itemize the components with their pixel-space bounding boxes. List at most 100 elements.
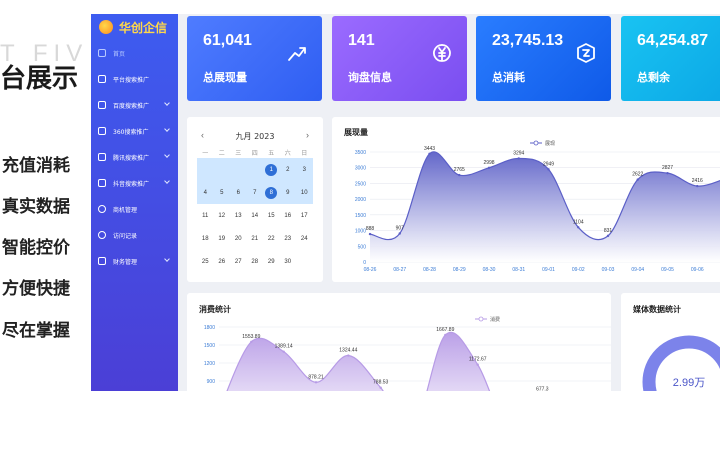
brand-logo[interactable]: 华创企信 <box>99 18 167 36</box>
sidebar-item-7[interactable]: 访问记录 <box>91 222 178 248</box>
calendar-day[interactable]: 24 <box>296 236 313 242</box>
sidebar-item-label: 首页 <box>113 50 126 58</box>
calendar-day-label: 8 <box>265 186 278 199</box>
data-label: 2998 <box>483 160 494 166</box>
data-point[interactable] <box>666 171 669 175</box>
media-stats-card: 媒体数据统计 2.99万 <box>621 293 720 391</box>
promo-feature: 智能控价 <box>2 238 70 258</box>
sidebar-item-2[interactable]: 百度搜索推广 <box>91 92 178 118</box>
stat-card-2[interactable]: 23,745.13 总消耗 <box>476 16 611 101</box>
calendar-week-row: 25 26 27 28 29 30 <box>197 250 313 273</box>
x-tick-label: 09-05 <box>661 267 674 273</box>
impressions-chart-card: 展现量 0 500 1000 1500 2000 2500 3000 3500 888 08-26… <box>332 117 720 282</box>
calendar-day[interactable]: 11 <box>197 213 214 219</box>
sidebar-item-3[interactable]: 360搜索推广 <box>91 118 178 144</box>
data-point[interactable] <box>696 184 699 188</box>
data-point[interactable] <box>347 354 350 357</box>
data-label: 878.21 <box>308 374 324 380</box>
chevron-down-icon <box>164 152 170 158</box>
data-point[interactable] <box>444 333 447 337</box>
data-point[interactable] <box>368 232 372 236</box>
sidebar-item-label: 平台搜索推广 <box>113 76 150 84</box>
sidebar-item-label: 商机管理 <box>113 206 138 214</box>
stat-card-1[interactable]: 141 询盘信息 <box>332 16 467 101</box>
calendar-day[interactable]: 13 <box>230 213 247 219</box>
sidebar-item-0[interactable]: 首页 <box>91 40 178 66</box>
calendar-day-label: 16 <box>284 212 292 219</box>
data-point[interactable] <box>282 350 285 353</box>
calendar-day[interactable]: 7 <box>247 190 264 196</box>
data-point[interactable] <box>577 226 580 229</box>
calendar-day[interactable]: 5 <box>214 190 231 196</box>
calendar-weekday: 一 <box>202 150 209 157</box>
chart-legend[interactable]: 展现 <box>530 140 555 147</box>
calendar-day[interactable]: 30 <box>280 259 297 265</box>
data-label: 907 <box>396 225 405 231</box>
calendar-day[interactable]: 21 <box>247 236 264 242</box>
promo-feature: 真实数据 <box>2 197 70 217</box>
data-point[interactable] <box>487 166 491 169</box>
calendar-day-label: 26 <box>218 258 226 265</box>
calendar-day[interactable]: 29 <box>263 259 280 265</box>
calendar-day-label: 7 <box>253 189 257 196</box>
calendar-day[interactable]: 17 <box>296 213 313 219</box>
calendar-day[interactable]: 6 <box>230 190 247 196</box>
calendar-day[interactable]: 9 <box>280 190 297 196</box>
data-point[interactable] <box>398 232 401 235</box>
data-label: 1389.14 <box>275 344 293 350</box>
promo-feature: 方便快捷 <box>2 279 70 299</box>
data-point[interactable] <box>476 363 479 366</box>
x-tick-label: 08-29 <box>453 267 466 273</box>
y-tick-label: 2500 <box>355 181 366 187</box>
sidebar-item-5[interactable]: 抖音搜索推广 <box>91 170 178 196</box>
calendar-day[interactable]: 12 <box>214 213 231 219</box>
chart-legend[interactable]: 消费 <box>475 316 500 323</box>
data-point[interactable] <box>636 178 639 181</box>
sidebar-item-label: 访问记录 <box>113 232 138 240</box>
y-tick-label: 1200 <box>204 361 215 367</box>
calendar-next-button[interactable]: › <box>306 130 309 140</box>
data-point[interactable] <box>314 381 318 384</box>
stat-card-3[interactable]: 64,254.87 总剩余 <box>621 16 720 101</box>
calendar-day[interactable]: 25 <box>197 259 214 265</box>
sidebar-item-6[interactable]: 商机管理 <box>91 196 178 222</box>
x-tick-label: 09-03 <box>602 267 615 273</box>
calendar-day[interactable]: 28 <box>247 259 264 265</box>
calendar-day[interactable]: 3 <box>296 167 313 173</box>
calendar-day[interactable]: 20 <box>230 236 247 242</box>
calendar-day[interactable]: 18 <box>197 236 214 242</box>
calendar-day[interactable]: 19 <box>214 236 231 242</box>
calendar-day[interactable]: 4 <box>197 190 214 196</box>
calendar-day[interactable]: 22 <box>263 236 280 242</box>
sidebar-item-1[interactable]: 平台搜索推广 <box>91 66 178 92</box>
calendar-day[interactable]: 10 <box>296 190 313 196</box>
data-label: 2765 <box>454 167 465 173</box>
sidebar-item-4[interactable]: 腾讯搜索推广 <box>91 144 178 170</box>
calendar-day[interactable]: 2 <box>280 167 297 173</box>
data-point[interactable] <box>379 386 382 389</box>
y-tick-label: 900 <box>207 379 216 385</box>
sidebar-item-8[interactable]: 财务管理 <box>91 248 178 274</box>
x-tick-label: 09-01 <box>542 267 555 273</box>
calendar-day[interactable]: 27 <box>230 259 247 265</box>
stat-value: 141 <box>348 32 375 49</box>
stat-card-0[interactable]: 61,041 总展现量 <box>187 16 322 101</box>
data-point[interactable] <box>606 234 610 238</box>
data-point[interactable] <box>517 157 520 160</box>
data-point[interactable] <box>458 173 461 177</box>
data-label: 1104 <box>573 219 584 225</box>
calendar-day[interactable]: 15 <box>263 213 280 219</box>
data-point[interactable] <box>428 152 431 155</box>
stat-value: 64,254.87 <box>637 32 709 49</box>
data-label: 831 <box>604 228 613 234</box>
calendar-day[interactable]: 16 <box>280 213 297 219</box>
calendar-day[interactable]: 14 <box>247 213 264 219</box>
calendar-day[interactable]: 23 <box>280 236 297 242</box>
calendar-day-label: 9 <box>286 189 290 196</box>
data-point[interactable] <box>547 168 550 171</box>
calendar-day[interactable]: 1 <box>263 163 280 176</box>
x-tick-label: 08-31 <box>512 267 525 273</box>
calendar-day[interactable]: 26 <box>214 259 231 265</box>
calendar-day[interactable]: 8 <box>263 186 280 199</box>
data-point[interactable] <box>250 340 253 343</box>
